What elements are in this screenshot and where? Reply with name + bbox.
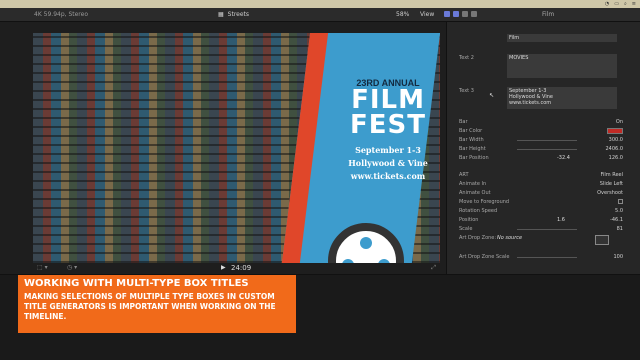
text2-label: Text 2 [459, 55, 474, 61]
bar-height-slider[interactable] [517, 149, 577, 150]
clapper-icon: ▦ [218, 11, 224, 18]
scale-slider[interactable] [517, 229, 577, 230]
move-foreground-row: Move to Foreground [447, 198, 640, 207]
art-dropdown[interactable]: Film Reel [600, 172, 623, 178]
bar-position-label: Bar Position [459, 155, 489, 161]
poster-title-2: FEST [350, 110, 426, 140]
animate-out-label: Animate Out [459, 190, 491, 196]
drop-zone-well[interactable] [595, 235, 609, 245]
scale-row: Scale 81 [447, 225, 640, 234]
control-center-icon[interactable]: ≡ [632, 1, 636, 7]
viewer-controls: ⬚ ▾ ◷ ▾ ▶ 24:09 ⤢ [33, 263, 440, 273]
poster-venue: Hollywood & Vine [348, 158, 428, 168]
inspector-title: Film [542, 11, 555, 18]
tutorial-caption: WORKING WITH MULTI-TYPE BOX TITLES MAKIN… [18, 275, 296, 333]
mouse-cursor-icon: ↖ [489, 92, 495, 99]
timecode-display: 24:09 [231, 264, 252, 272]
animate-out-row: Animate Out Overshoot [447, 189, 640, 198]
ruler-tick [546, 289, 592, 295]
bar-width-row: Bar Width 300.0 [447, 136, 640, 145]
art-row: ART Film Reel [447, 171, 640, 180]
zoom-dropdown[interactable]: 58% [396, 11, 409, 18]
system-status-icons: ◔ ▭ ⌕ ≡ [605, 0, 636, 8]
bar-label: Bar [459, 119, 468, 125]
bar-height-value[interactable]: 2406.0 [606, 146, 624, 152]
text2-field[interactable]: MOVIES [507, 54, 617, 78]
text1-field[interactable]: Film [507, 34, 617, 42]
title-inspector-icon[interactable] [453, 11, 459, 17]
speed-tool-icon[interactable]: ◷ ▾ [67, 264, 77, 271]
system-menubar: ◔ ▭ ⌕ ≡ [0, 0, 640, 8]
drop-zone-scale-row: Art Drop Zone Scale 100 [447, 253, 640, 262]
audio-inspector-icon[interactable] [462, 11, 468, 17]
ruler-tick [362, 289, 408, 295]
poster-website: www.tickets.com [350, 171, 426, 181]
art-label: ART [459, 172, 469, 178]
video-viewer[interactable]: MOVIES 23RD ANNUAL FILM FEST September 1… [33, 33, 440, 263]
bar-width-value[interactable]: 300.0 [609, 137, 623, 143]
bar-height-label: Bar Height [459, 146, 486, 152]
transform-tool-icon[interactable]: ⬚ ▾ [37, 264, 48, 271]
ruler-tick [316, 289, 362, 295]
battery-icon[interactable]: ▭ [614, 1, 619, 7]
rotation-speed-value[interactable]: 5.0 [615, 208, 623, 214]
bar-position-y[interactable]: 126.0 [609, 155, 623, 161]
bar-width-slider[interactable] [517, 140, 577, 141]
view-menu[interactable]: View [420, 11, 434, 18]
ruler-tick [454, 289, 500, 295]
bar-position-row: Bar Position -32.4 126.0 [447, 154, 640, 163]
drop-zone-row: Art Drop Zone: No source [447, 234, 640, 243]
move-foreground-checkbox[interactable] [618, 199, 623, 204]
scale-value[interactable]: 81 [617, 226, 623, 232]
search-icon[interactable]: ⌕ [624, 1, 627, 7]
drop-zone-label: Art Drop Zone: [459, 235, 497, 241]
move-foreground-label: Move to Foreground [459, 199, 510, 205]
drop-zone-scale-value[interactable]: 100 [613, 254, 623, 260]
position-row: Position 1.6 -46.1 [447, 216, 640, 225]
text3-label: Text 3 [459, 88, 474, 94]
project-title: Streets [227, 11, 250, 18]
format-label: 4K 59.94p, Stereo [34, 11, 89, 18]
scale-label: Scale [459, 226, 473, 232]
info-inspector-icon[interactable] [471, 11, 477, 17]
position-y[interactable]: -46.1 [610, 217, 623, 223]
reel-hole [360, 237, 372, 249]
text3-field[interactable]: September 1-3 Hollywood & Vine www.ticke… [507, 87, 617, 109]
caption-body: MAKING SELECTIONS OF MULTIPLE TYPE BOXES… [24, 292, 276, 321]
animate-in-label: Animate In [459, 181, 487, 187]
wifi-icon[interactable]: ◔ [605, 1, 609, 7]
poster-text-block[interactable]: 23RD ANNUAL FILM FEST September 1-3 Holl… [333, 78, 440, 183]
bar-position-x[interactable]: -32.4 [557, 155, 570, 161]
drop-zone-value: No source [497, 235, 523, 241]
bar-color-label: Bar Color [459, 128, 483, 134]
fullscreen-icon[interactable]: ⤢ [431, 264, 436, 272]
rotation-speed-label: Rotation Speed [459, 208, 498, 214]
animate-in-row: Animate In Slide Left [447, 180, 640, 189]
project-name[interactable]: ▦ Streets [218, 11, 249, 18]
animate-in-dropdown[interactable]: Slide Left [600, 181, 623, 187]
bar-height-row: Bar Height 2406.0 [447, 145, 640, 154]
position-x[interactable]: 1.6 [557, 217, 565, 223]
bar-row: Bar On [447, 118, 640, 127]
position-label: Position [459, 217, 479, 223]
text3-line-3: www.tickets.com [509, 100, 552, 106]
drop-zone-scale-label: Art Drop Zone Scale [459, 254, 510, 260]
title-inspector: Film Text 2 MOVIES Text 3 September 1-3 … [446, 22, 640, 274]
rotation-speed-row: Rotation Speed 5.0 [447, 207, 640, 216]
ruler-tick [500, 289, 546, 295]
poster-dates: September 1-3 [355, 145, 421, 155]
ruler-tick [408, 289, 454, 295]
timeline-ruler [270, 289, 640, 295]
play-icon[interactable]: ▶ [221, 264, 226, 271]
animate-out-dropdown[interactable]: Overshoot [597, 190, 623, 196]
bar-toggle[interactable]: On [616, 119, 623, 125]
bar-color-swatch[interactable] [607, 128, 623, 134]
viewer-toolbar: 4K 59.94p, Stereo ▦ Streets 58% View Fil… [0, 8, 640, 22]
caption-title: WORKING WITH MULTI-TYPE BOX TITLES [24, 278, 249, 289]
inspector-tab-icons [444, 11, 477, 17]
bar-width-label: Bar Width [459, 137, 484, 143]
video-inspector-icon[interactable] [444, 11, 450, 17]
drop-zone-scale-slider[interactable] [517, 257, 577, 258]
bar-color-row: Bar Color [447, 127, 640, 136]
